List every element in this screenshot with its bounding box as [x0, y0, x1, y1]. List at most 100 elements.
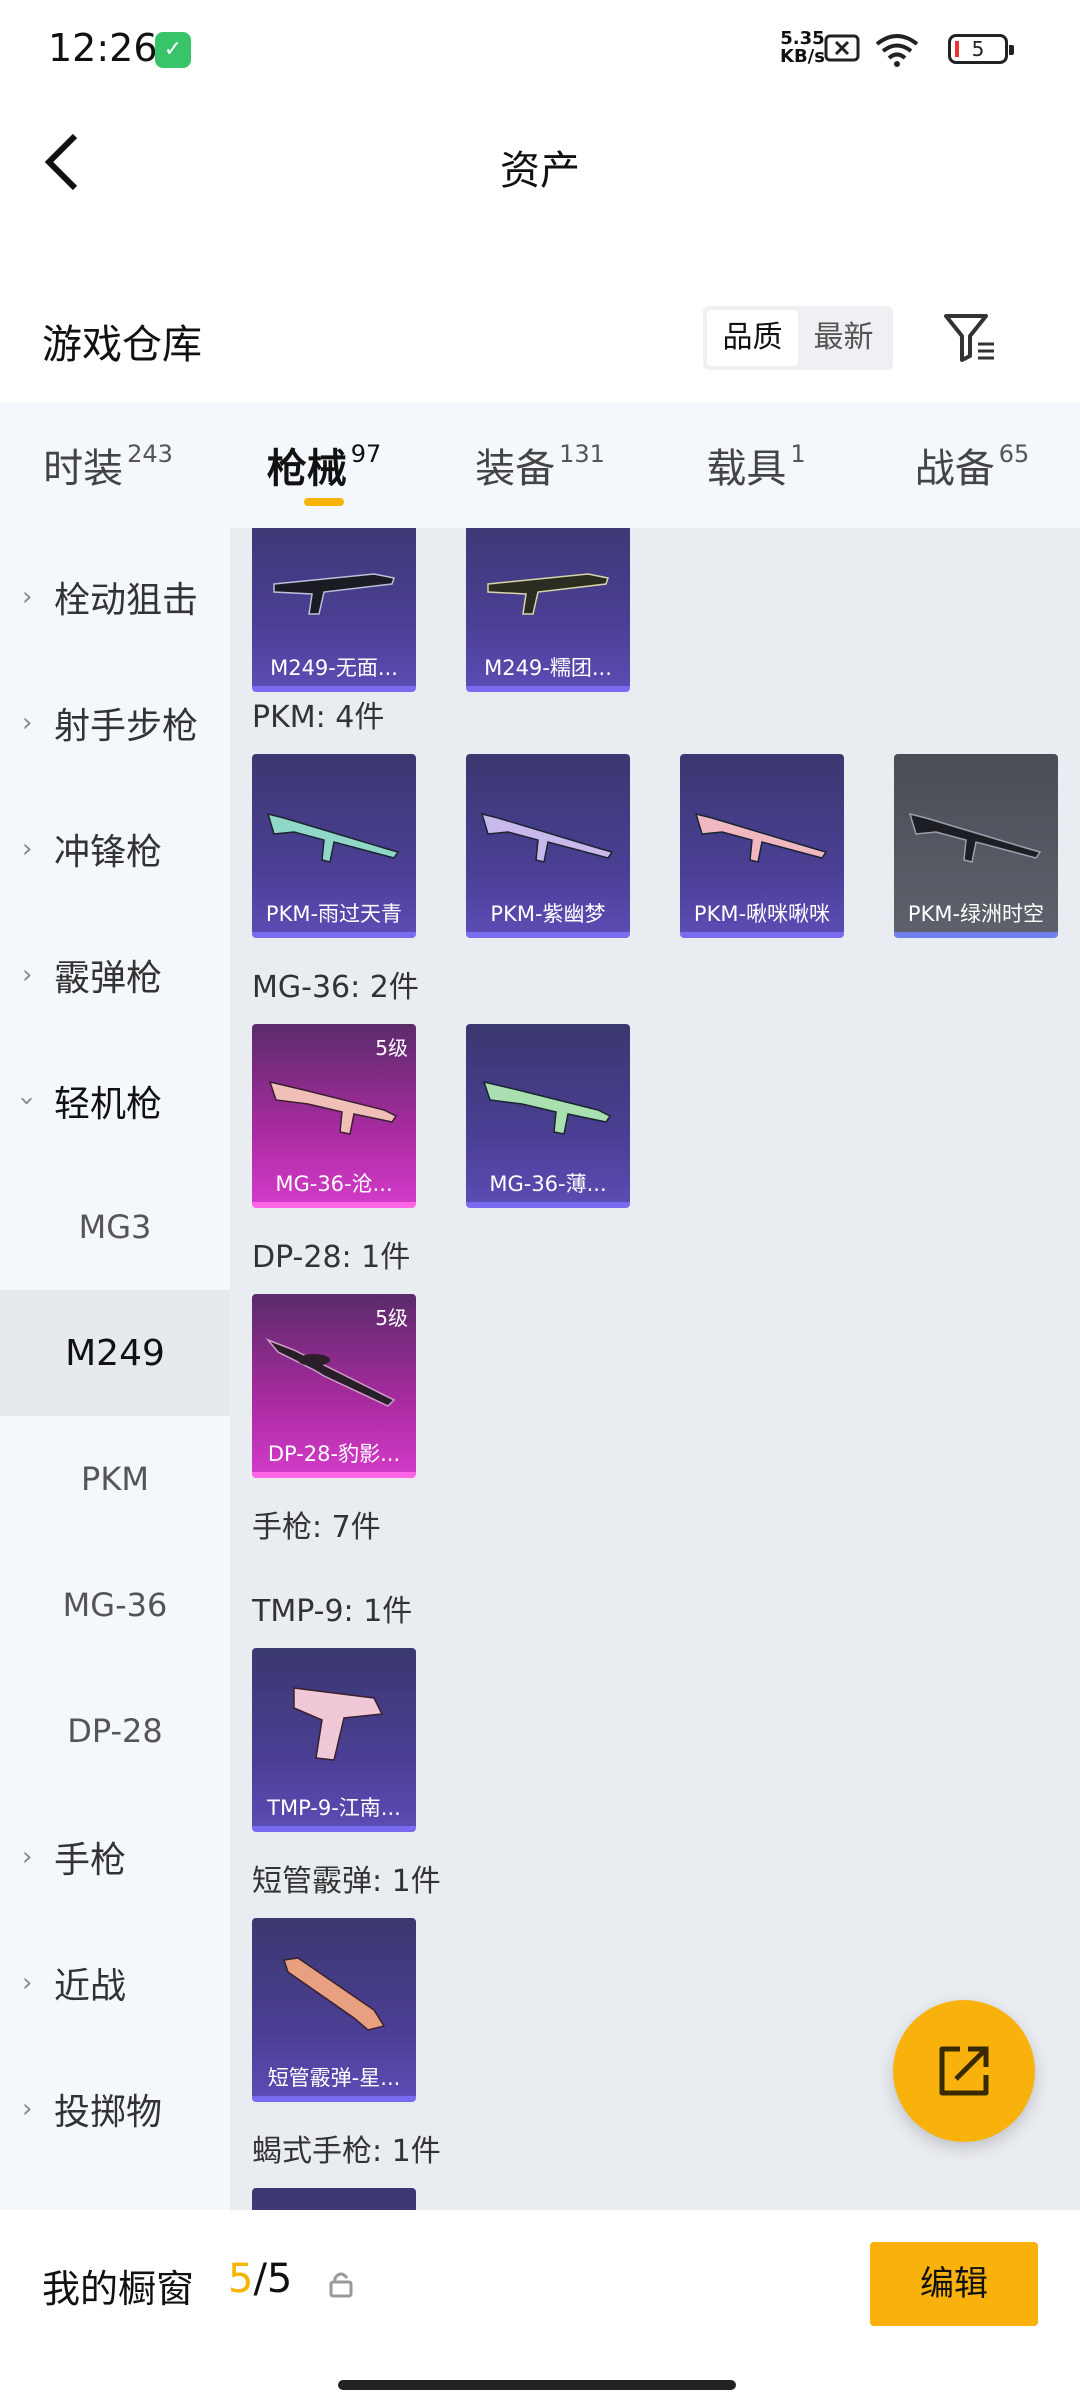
- weapon-card[interactable]: PKM-绿洲时空: [894, 754, 1058, 938]
- weapon-card-name: PKM-雨过天青: [265, 902, 403, 926]
- weapon-card[interactable]: 短管霰弹-星...: [252, 1918, 416, 2102]
- showcase-count-total: /5: [253, 2256, 293, 2302]
- group-label-dp28: DP-28: 1件: [252, 1240, 411, 1275]
- sidebar-item-lmg[interactable]: › 轻机枪: [0, 1038, 230, 1164]
- sidebar-item-label: 射手步枪: [54, 706, 199, 747]
- weapon-card-name: MG-36-薄...: [489, 1172, 607, 1196]
- sidebar-item-bolt-sniper[interactable]: › 栓动狙击: [0, 534, 230, 660]
- header: 资产: [0, 100, 1080, 230]
- sidebar-item-label: 近战: [54, 1966, 127, 2007]
- level-badge: 5级: [375, 1306, 408, 1330]
- weapon-card-name: PKM-啾咪啾咪: [693, 902, 831, 926]
- tab-supplies[interactable]: 战备 65: [864, 402, 1080, 528]
- group-label-scorpion: 蝎式手枪: 1件: [252, 2134, 441, 2169]
- filter-button[interactable]: [940, 308, 1000, 368]
- weapon-card[interactable]: PKM-啾咪啾咪: [680, 754, 844, 938]
- gun-image: [265, 1338, 396, 1407]
- gun-image: [266, 812, 400, 863]
- weapon-card[interactable]: 5级 DP-28-豹影...: [252, 1294, 416, 1478]
- tab-vehicles[interactable]: 载具 1: [648, 402, 864, 528]
- chevron-right-icon: ›: [22, 1842, 33, 1872]
- sidebar-sub-mg3[interactable]: MG3: [0, 1164, 230, 1290]
- tab-count: 131: [559, 440, 605, 468]
- showcase-label: 我的橱窗: [42, 2267, 195, 2311]
- group-label-pistol: 手枪: 7件: [252, 1510, 381, 1545]
- sidebar-sub-pkm[interactable]: PKM: [0, 1416, 230, 1542]
- wifi-icon: [875, 34, 919, 67]
- showcase-bar: 我的橱窗 5/5 编辑: [0, 2210, 1080, 2400]
- level-badge: 5级: [375, 1036, 408, 1060]
- gun-image: [694, 812, 828, 863]
- sidebar-item-shotgun[interactable]: › 霰弹枪: [0, 912, 230, 1038]
- tab-label: 载具: [706, 446, 787, 492]
- sidebar-item-smg[interactable]: › 冲锋枪: [0, 786, 230, 912]
- sidebar-item-label: 轻机枪: [54, 1084, 163, 1125]
- tab-count: 65: [998, 440, 1030, 468]
- weapon-card[interactable]: PKM-紫幽梦: [466, 754, 630, 938]
- group-label-tmp9: TMP-9: 1件: [252, 1594, 413, 1629]
- edit-button[interactable]: 编辑: [870, 2242, 1038, 2326]
- chevron-right-icon: ›: [22, 2094, 33, 2124]
- gun-image: [482, 1080, 612, 1135]
- tab-label: 装备: [475, 446, 556, 492]
- chevron-right-icon: ›: [22, 834, 33, 864]
- weapon-card[interactable]: M249-糯团...: [466, 528, 630, 692]
- lock-icon: [329, 2272, 353, 2298]
- sort-option-newest[interactable]: 最新: [798, 310, 889, 366]
- chevron-right-icon: ›: [22, 1968, 33, 1998]
- tab-count: 97: [350, 440, 382, 468]
- weapon-card[interactable]: MG-36-薄...: [466, 1024, 630, 1208]
- status-time: 12:26: [48, 26, 158, 70]
- weapon-card-name: PKM-紫幽梦: [490, 902, 606, 926]
- sidebar-item-throwables[interactable]: › 投掷物: [0, 2046, 230, 2172]
- weapon-card-name: DP-28-豹影...: [267, 1442, 401, 1466]
- weapon-card[interactable]: TMP-9-江南...: [252, 1648, 416, 1832]
- showcase-count: 5/5: [228, 2256, 292, 2302]
- net-speed: 5.35 KB/s: [780, 30, 825, 66]
- weapon-card[interactable]: M249-无面...: [252, 528, 416, 692]
- sort-option-quality[interactable]: 品质: [707, 310, 798, 366]
- gun-image: [268, 1080, 398, 1135]
- battery-icon: 5: [948, 34, 1014, 64]
- weapon-card[interactable]: PKM-雨过天青: [252, 754, 416, 938]
- home-indicator[interactable]: [338, 2380, 736, 2390]
- share-button[interactable]: [893, 2000, 1035, 2142]
- net-speed-unit: KB/s: [780, 46, 825, 67]
- chevron-right-icon: ›: [22, 708, 33, 738]
- sidebar-sub-m249[interactable]: M249: [0, 1290, 230, 1416]
- gun-image: [480, 812, 614, 863]
- tab-firearms[interactable]: 枪械 97: [216, 402, 432, 528]
- weapon-card[interactable]: 5级 MG-36-沧...: [252, 1024, 416, 1208]
- weapon-card[interactable]: [252, 2188, 416, 2210]
- assets-page: 12:26 ✓ 5.35 KB/s 5 资产 游戏仓库 品质 最新 时装 243…: [0, 0, 1080, 2400]
- group-label-mg36: MG-36: 2件: [252, 970, 419, 1005]
- warehouse-title: 游戏仓库: [42, 322, 202, 368]
- sidebar-item-label: 霰弹枪: [54, 958, 163, 999]
- tab-count: 1: [790, 440, 806, 468]
- group-label-short-shotgun: 短管霰弹: 1件: [252, 1864, 441, 1899]
- shield-icon: ✓: [155, 32, 191, 68]
- sidebar-item-marksman-rifle[interactable]: › 射手步枪: [0, 660, 230, 786]
- sidebar-item-label: 冲锋枪: [54, 832, 163, 873]
- sidebar-item-melee[interactable]: › 近战: [0, 1920, 230, 2046]
- tab-fashion[interactable]: 时装 243: [0, 402, 216, 528]
- weapon-card-name: TMP-9-江南...: [267, 1796, 401, 1820]
- chevron-down-icon: ›: [12, 1095, 43, 1107]
- gun-image: [487, 573, 609, 615]
- tab-active-indicator: [304, 498, 344, 506]
- weapon-card-name: 短管霰弹-星...: [267, 2066, 401, 2090]
- tab-label: 时装: [43, 446, 124, 492]
- group-label-pkm: PKM: 4件: [252, 700, 385, 735]
- sidebar-sub-dp28[interactable]: DP-28: [0, 1668, 230, 1794]
- sidebar-item-label: 投掷物: [54, 2092, 163, 2133]
- category-tabs: 时装 243 枪械 97 装备 131 载具 1 战备 65: [0, 402, 1080, 528]
- sidebar-sub-mg36[interactable]: MG-36: [0, 1542, 230, 1668]
- tab-count: 243: [127, 440, 173, 468]
- tab-equipment[interactable]: 装备 131: [432, 402, 648, 528]
- sim-off-icon: [824, 34, 860, 62]
- share-icon: [939, 2046, 989, 2096]
- sort-toggle: 品质 最新: [703, 306, 893, 370]
- weapon-category-sidebar: › 栓动狙击 › 射手步枪 › 冲锋枪 › 霰弹枪 › 轻机枪 MG3 M249…: [0, 528, 230, 2210]
- gun-image: [293, 1687, 384, 1761]
- sidebar-item-pistol[interactable]: › 手枪: [0, 1794, 230, 1920]
